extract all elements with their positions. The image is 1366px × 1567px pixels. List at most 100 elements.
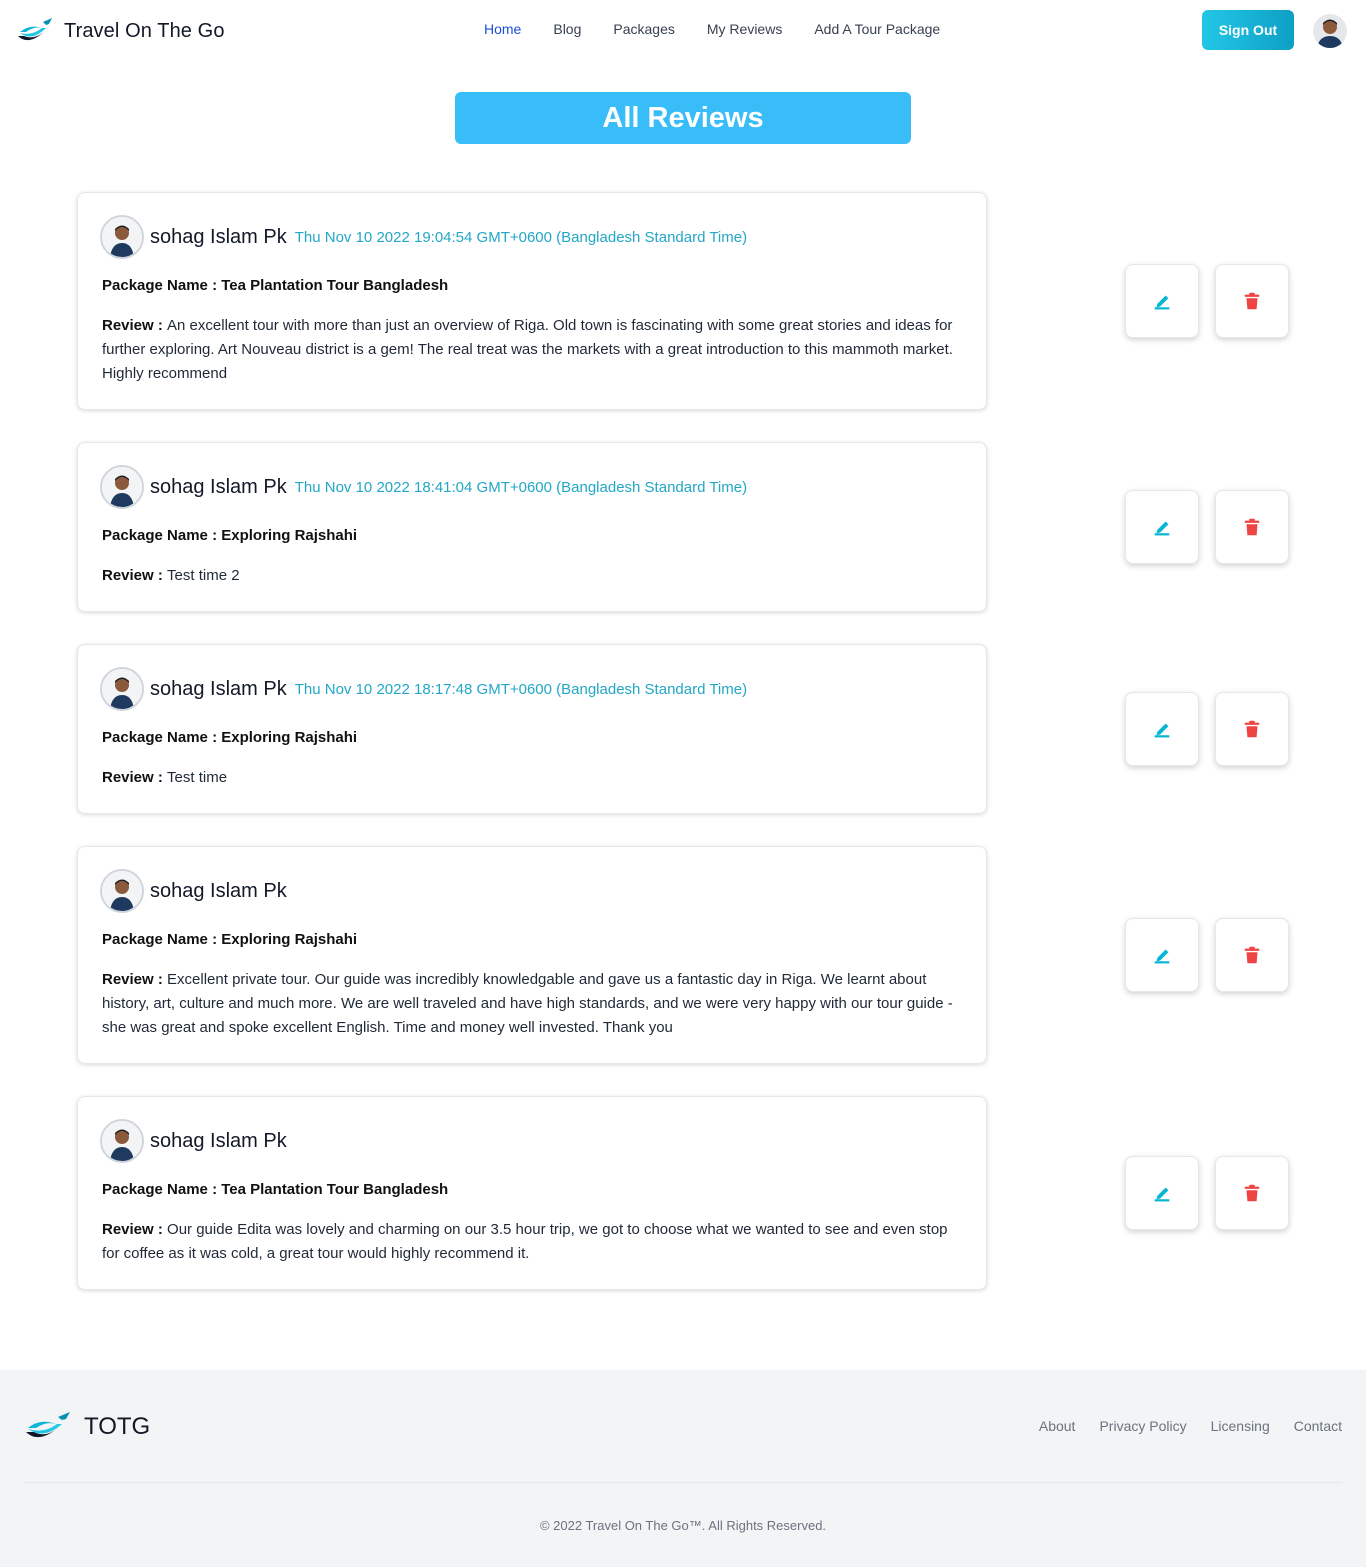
review-label: Review : <box>102 769 168 786</box>
package-name: Package Name : Tea Plantation Tour Bangl… <box>102 1181 448 1198</box>
footer-brand[interactable]: TOTG <box>24 1410 150 1444</box>
reviewer-avatar-image <box>102 217 142 257</box>
plane-logo-icon <box>26 1412 70 1438</box>
reviewer-name: sohag Islam Pk <box>150 225 287 248</box>
footer: TOTG About Privacy Policy Licensing Cont… <box>0 1370 1366 1567</box>
page-title-banner: All Reviews <box>455 92 911 144</box>
review-body: Test time 2 <box>167 567 240 584</box>
reviewer-avatar <box>100 1119 144 1163</box>
package-name: Package Name : Exploring Rajshahi <box>102 931 357 948</box>
review-label: Review : <box>102 971 168 988</box>
reviewer-avatar <box>100 667 144 711</box>
pencil-icon <box>1154 949 1170 964</box>
review-card: sohag Islam Pk Thu Nov 10 2022 19:04:54 … <box>77 192 987 410</box>
delete-review-button[interactable] <box>1215 692 1289 766</box>
pencil-icon <box>1154 723 1170 738</box>
nav-home[interactable]: Home <box>484 21 521 37</box>
edit-review-button[interactable] <box>1125 490 1199 564</box>
review-date: Thu Nov 10 2022 18:17:48 GMT+0600 (Bangl… <box>294 680 748 698</box>
reviewer-name: sohag Islam Pk <box>150 879 287 902</box>
trash-icon <box>1244 720 1260 738</box>
plane-logo-icon <box>18 18 52 41</box>
review-label: Review : <box>102 317 168 334</box>
review-card: sohag Islam Pk Package Name : Tea Planta… <box>77 1096 987 1290</box>
trash-icon <box>1244 946 1260 964</box>
package-name-value: Tea Plantation Tour Bangladesh <box>221 1181 449 1198</box>
review-header: sohag Islam Pk Thu Nov 10 2022 19:04:54 … <box>100 215 747 259</box>
footer-link-about[interactable]: About <box>1039 1418 1076 1434</box>
brand-name: Travel On The Go <box>64 19 225 42</box>
nav-links: Home Blog Packages My Reviews Add A Tour… <box>484 21 972 37</box>
edit-review-button[interactable] <box>1125 918 1199 992</box>
review-body: An excellent tour with more than just an… <box>102 317 953 382</box>
package-name: Package Name : Tea Plantation Tour Bangl… <box>102 277 448 294</box>
edit-review-button[interactable] <box>1125 1156 1199 1230</box>
footer-brand-name: TOTG <box>84 1413 151 1440</box>
sign-out-button[interactable]: Sign Out <box>1202 10 1294 50</box>
package-name-value: Tea Plantation Tour Bangladesh <box>221 277 449 294</box>
nav-my-reviews[interactable]: My Reviews <box>707 21 782 37</box>
trash-icon <box>1244 1184 1260 1202</box>
footer-link-licensing[interactable]: Licensing <box>1211 1418 1270 1434</box>
delete-review-button[interactable] <box>1215 1156 1289 1230</box>
package-name-value: Exploring Rajshahi <box>221 931 358 948</box>
package-name-label: Package Name : <box>102 527 222 544</box>
page-title: All Reviews <box>602 101 764 134</box>
review-label: Review : <box>102 1221 168 1238</box>
review-body: Excellent private tour. Our guide was in… <box>102 971 953 1036</box>
review-body: Our guide Edita was lovely and charming … <box>102 1221 948 1262</box>
pencil-icon <box>1154 295 1170 310</box>
edit-review-button[interactable] <box>1125 264 1199 338</box>
user-avatar-image <box>1313 14 1347 48</box>
review-card: sohag Islam Pk Package Name : Exploring … <box>77 846 987 1064</box>
delete-review-button[interactable] <box>1215 264 1289 338</box>
nav-blog[interactable]: Blog <box>553 21 581 37</box>
reviewer-name: sohag Islam Pk <box>150 475 287 498</box>
reviewer-avatar-image <box>102 669 142 709</box>
package-name: Package Name : Exploring Rajshahi <box>102 729 357 746</box>
pencil-icon <box>1154 1187 1170 1202</box>
reviewer-avatar <box>100 215 144 259</box>
edit-review-button[interactable] <box>1125 692 1199 766</box>
reviewer-avatar-image <box>102 871 142 911</box>
package-name-label: Package Name : <box>102 931 222 948</box>
review-text: Review : Excellent private tour. Our gui… <box>102 968 962 1040</box>
reviewer-avatar <box>100 869 144 913</box>
reviewer-name: sohag Islam Pk <box>150 677 287 700</box>
review-body: Test time <box>167 769 228 786</box>
brand[interactable]: Travel On The Go <box>16 14 225 48</box>
footer-link-contact[interactable]: Contact <box>1294 1418 1342 1434</box>
reviewer-name: sohag Islam Pk <box>150 1129 287 1152</box>
reviewer-avatar-image <box>102 467 142 507</box>
nav-packages[interactable]: Packages <box>613 21 674 37</box>
review-card: sohag Islam Pk Thu Nov 10 2022 18:41:04 … <box>77 442 987 612</box>
navbar: Travel On The Go Home Blog Packages My R… <box>0 0 1366 60</box>
review-header: sohag Islam Pk Thu Nov 10 2022 18:41:04 … <box>100 465 747 509</box>
nav-add-tour-package[interactable]: Add A Tour Package <box>814 21 940 37</box>
package-name-value: Exploring Rajshahi <box>221 729 358 746</box>
review-header: sohag Islam Pk Thu Nov 10 2022 18:17:48 … <box>100 667 747 711</box>
delete-review-button[interactable] <box>1215 490 1289 564</box>
reviewer-avatar-image <box>102 1121 142 1161</box>
review-text: Review : Our guide Edita was lovely and … <box>102 1218 962 1266</box>
package-name-label: Package Name : <box>102 1181 222 1198</box>
review-date: Thu Nov 10 2022 19:04:54 GMT+0600 (Bangl… <box>294 228 748 246</box>
footer-links: About Privacy Policy Licensing Contact <box>1015 1418 1342 1434</box>
review-text: Review : Test time 2 <box>102 564 962 588</box>
package-name-label: Package Name : <box>102 277 222 294</box>
review-card: sohag Islam Pk Thu Nov 10 2022 18:17:48 … <box>77 644 987 814</box>
package-name: Package Name : Exploring Rajshahi <box>102 527 357 544</box>
package-name-label: Package Name : <box>102 729 222 746</box>
footer-divider <box>24 1482 1342 1483</box>
review-text: Review : An excellent tour with more tha… <box>102 314 962 386</box>
user-avatar[interactable] <box>1313 14 1347 48</box>
review-date: Thu Nov 10 2022 18:41:04 GMT+0600 (Bangl… <box>294 478 748 496</box>
trash-icon <box>1244 292 1260 310</box>
review-header: sohag Islam Pk <box>100 869 295 913</box>
delete-review-button[interactable] <box>1215 918 1289 992</box>
copyright: © 2022 Travel On The Go™. All Rights Res… <box>539 1518 827 1533</box>
trash-icon <box>1244 518 1260 536</box>
review-text: Review : Test time <box>102 766 962 790</box>
footer-link-privacy-policy[interactable]: Privacy Policy <box>1099 1418 1186 1434</box>
pencil-icon <box>1154 521 1170 536</box>
